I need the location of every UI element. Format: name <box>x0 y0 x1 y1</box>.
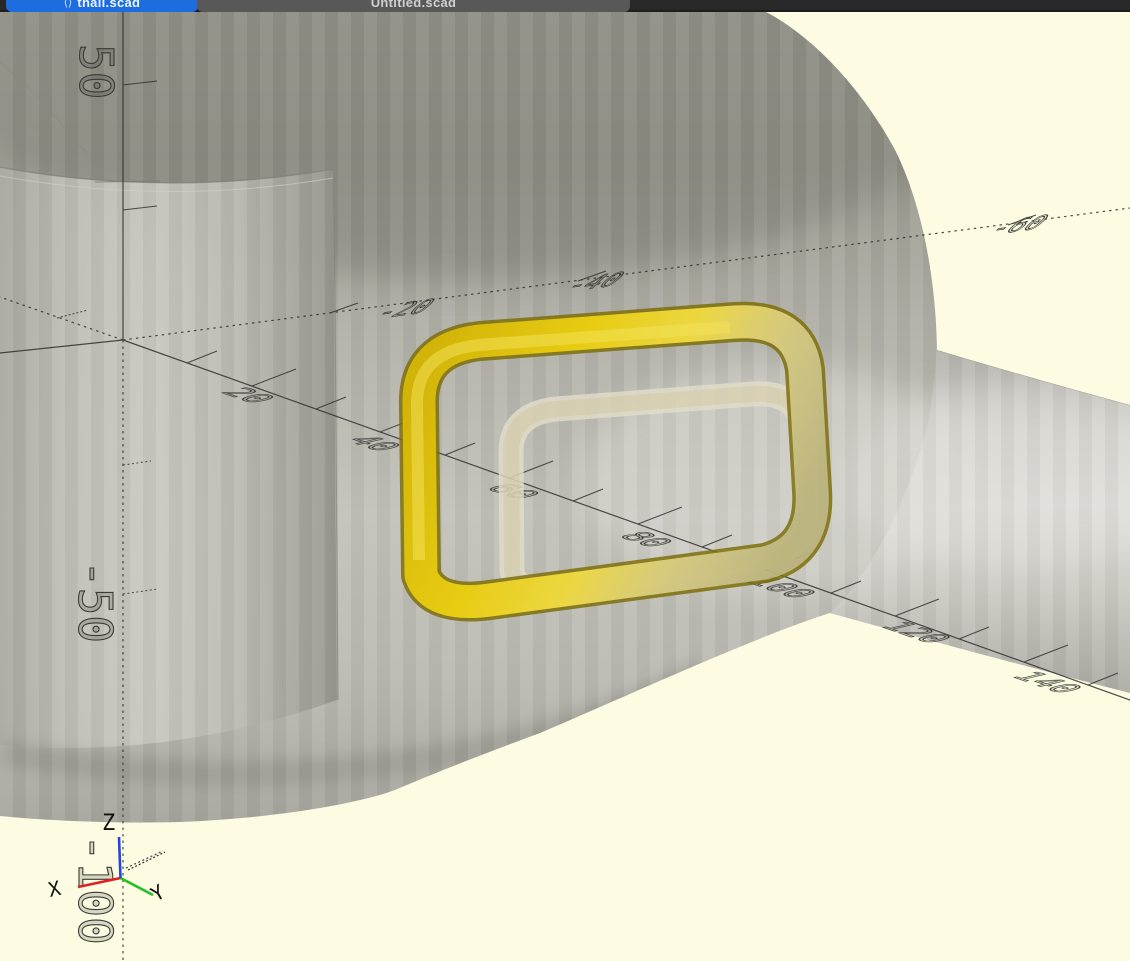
tab-thali-scad[interactable]: ⟨⟩ thali.scad <box>6 0 198 12</box>
gizmo-z-label: Z <box>102 811 115 836</box>
openscad-window: { "tab_bar": { "icon_glyph": "⟨⟩", "tabs… <box>0 0 1130 961</box>
code-icon: ⟨⟩ <box>64 0 73 9</box>
tab-label: thali.scad <box>77 0 140 10</box>
z-axis-label: -50 <box>68 560 122 643</box>
tab-untitled-scad[interactable]: Untitled.scad <box>197 0 630 12</box>
tab-bar: ⟨⟩ thali.scad Untitled.scad <box>0 0 1130 12</box>
z-axis-label: -100 <box>68 834 122 945</box>
tab-label: Untitled.scad <box>371 0 457 10</box>
3d-viewport[interactable]: 50 -50 -100 20 40 60 80 100 120 140 -20 … <box>0 12 1130 961</box>
render-canvas: 50 -50 -100 20 40 60 80 100 120 140 -20 … <box>0 12 1130 961</box>
z-axis-label: 50 <box>69 44 123 99</box>
gizmo-z-axis <box>119 837 121 878</box>
